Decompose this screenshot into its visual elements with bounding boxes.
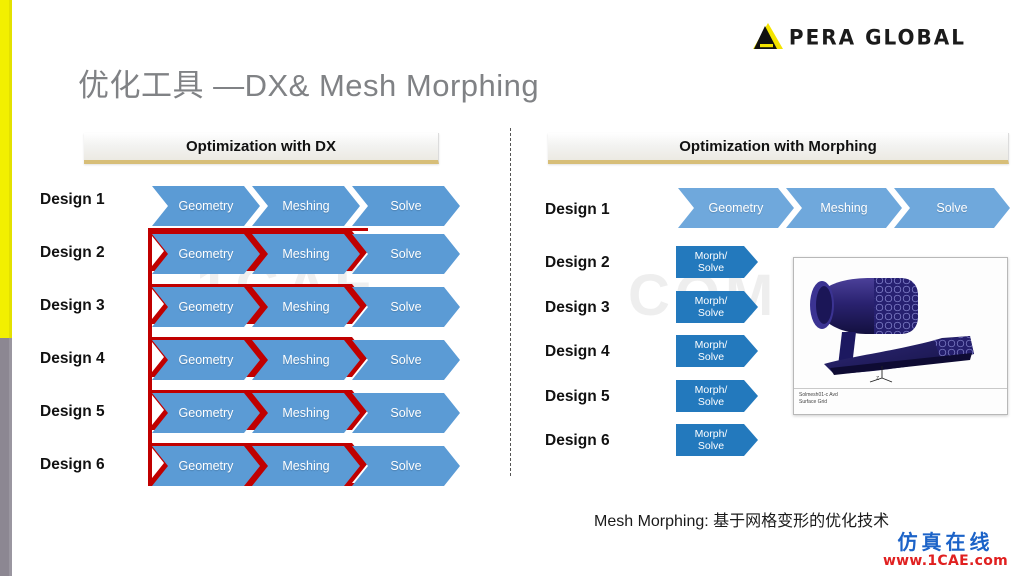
morph-row1-stage-geometry[interactable]: Geometry bbox=[678, 188, 794, 228]
morph-row3-step[interactable]: Morph/ Solve bbox=[676, 291, 758, 323]
section-header-morphing-label: Optimization with Morphing bbox=[679, 138, 877, 155]
morph-row5-line2: Solve bbox=[697, 396, 725, 408]
highlight-left-edge bbox=[148, 228, 152, 486]
thumbnail-axis-z: Z bbox=[876, 376, 880, 382]
dx-row1-stage-solve-label: Solve bbox=[390, 199, 422, 213]
morph-row6-step[interactable]: Morph/ Solve bbox=[676, 424, 758, 456]
thumbnail-axis-labels: Z bbox=[876, 376, 879, 382]
morph-row1-stage-solve-label: Solve bbox=[936, 201, 968, 215]
dx-row3-stage-meshing-label: Meshing bbox=[282, 300, 330, 314]
dx-row5-stage-solve[interactable]: Solve bbox=[352, 393, 460, 433]
morph-row4-step[interactable]: Morph/ Solve bbox=[676, 335, 758, 367]
dx-row6-stage-meshing-label: Meshing bbox=[282, 459, 330, 473]
morph-design-label-2: Design 2 bbox=[545, 254, 610, 271]
section-header-dx-label: Optimization with DX bbox=[186, 138, 336, 155]
morph-row4-line1: Morph/ bbox=[694, 339, 728, 351]
morph-row5-step[interactable]: Morph/ Solve bbox=[676, 380, 758, 412]
dx-row4-stage-meshing[interactable]: Meshing bbox=[252, 340, 360, 380]
cfd-surface-mesh-image: Z Solmesh01-c Avd Surface Grid bbox=[793, 257, 1008, 415]
left-design-label-6: Design 6 bbox=[40, 456, 105, 473]
morph-row1-stage-meshing-label: Meshing bbox=[820, 201, 868, 215]
page-title: 优化工具 —DX& Mesh Morphing bbox=[78, 68, 540, 103]
morph-row6-line1: Morph/ bbox=[694, 428, 728, 440]
thumbnail-legend-line1: Solmesh01-c Avd bbox=[799, 392, 838, 398]
morph-row5-line1: Morph/ bbox=[694, 384, 728, 396]
dx-row2-stage-solve[interactable]: Solve bbox=[352, 234, 460, 274]
section-header-morphing: Optimization with Morphing bbox=[548, 133, 1009, 164]
dx-row5-stage-geometry-label: Geometry bbox=[178, 406, 234, 420]
dx-row5-stage-meshing[interactable]: Meshing bbox=[252, 393, 360, 433]
left-design-label-2: Design 2 bbox=[40, 244, 105, 261]
morph-design-label-3: Design 3 bbox=[545, 299, 610, 316]
dx-row6-stage-geometry-label: Geometry bbox=[178, 459, 234, 473]
left-design-label-4: Design 4 bbox=[40, 350, 105, 367]
dx-row5-stage-meshing-label: Meshing bbox=[282, 406, 330, 420]
morph-design-label-4: Design 4 bbox=[545, 343, 610, 360]
dx-row1-stage-solve[interactable]: Solve bbox=[352, 186, 460, 226]
morph-row1-stage-meshing[interactable]: Meshing bbox=[786, 188, 902, 228]
dx-row2-stage-meshing[interactable]: Meshing bbox=[252, 234, 360, 274]
pera-triangle-icon bbox=[751, 22, 785, 52]
bottom-caption: Mesh Morphing: 基于网格变形的优化技术 bbox=[594, 513, 890, 530]
dx-row2-stage-geometry[interactable]: Geometry bbox=[152, 234, 260, 274]
morph-row6-line2: Solve bbox=[697, 440, 725, 452]
left-edge-gray-bar bbox=[0, 338, 12, 576]
dx-row5-stage-geometry[interactable]: Geometry bbox=[152, 393, 260, 433]
morph-design-label-5: Design 5 bbox=[545, 388, 610, 405]
site-watermark-cn: 仿真在线 bbox=[897, 530, 994, 554]
dx-row4-stage-geometry[interactable]: Geometry bbox=[152, 340, 260, 380]
dx-row6-stage-solve[interactable]: Solve bbox=[352, 446, 460, 486]
left-design-label-3: Design 3 bbox=[40, 297, 105, 314]
thumbnail-legend-line2: Surface Grid bbox=[799, 399, 828, 405]
dx-row3-stage-geometry-label: Geometry bbox=[178, 300, 234, 314]
morph-row2-line1: Morph/ bbox=[694, 250, 728, 262]
morph-design-label-6: Design 6 bbox=[545, 432, 610, 449]
pera-global-logo: PERA GLOBAL bbox=[751, 22, 966, 52]
left-edge-yellow-bar bbox=[0, 0, 12, 338]
morph-row1-stage-geometry-label: Geometry bbox=[708, 201, 764, 215]
morph-row4-line2: Solve bbox=[697, 351, 725, 363]
section-header-dx: Optimization with DX bbox=[84, 133, 439, 164]
dx-row6-stage-meshing[interactable]: Meshing bbox=[252, 446, 360, 486]
dx-row4-stage-geometry-label: Geometry bbox=[178, 353, 234, 367]
dx-row1-stage-geometry-label: Geometry bbox=[178, 199, 234, 213]
morph-row1-stage-solve[interactable]: Solve bbox=[894, 188, 1010, 228]
dx-row2-stage-solve-label: Solve bbox=[390, 247, 422, 261]
dx-row6-stage-geometry[interactable]: Geometry bbox=[152, 446, 260, 486]
dx-row3-stage-geometry[interactable]: Geometry bbox=[152, 287, 260, 327]
dx-row2-stage-meshing-label: Meshing bbox=[282, 247, 330, 261]
dx-row6-stage-solve-label: Solve bbox=[390, 459, 422, 473]
morph-design-label-1: Design 1 bbox=[545, 201, 610, 218]
dx-row1-stage-meshing-label: Meshing bbox=[282, 199, 330, 213]
logo-wordmark: PERA GLOBAL bbox=[788, 24, 966, 50]
dx-row3-stage-meshing[interactable]: Meshing bbox=[252, 287, 360, 327]
highlight-top-edge bbox=[148, 228, 368, 231]
dx-row1-stage-geometry[interactable]: Geometry bbox=[152, 186, 260, 226]
morph-row2-step[interactable]: Morph/ Solve bbox=[676, 246, 758, 278]
left-design-label-5: Design 5 bbox=[40, 403, 105, 420]
dx-row3-stage-solve[interactable]: Solve bbox=[352, 287, 460, 327]
morph-row3-line1: Morph/ bbox=[694, 295, 728, 307]
panel-divider bbox=[510, 128, 511, 476]
dx-row4-stage-solve-label: Solve bbox=[390, 353, 422, 367]
dx-row5-stage-solve-label: Solve bbox=[390, 406, 422, 420]
morph-row2-line2: Solve bbox=[697, 262, 725, 274]
dx-row4-stage-meshing-label: Meshing bbox=[282, 353, 330, 367]
left-design-label-1: Design 1 bbox=[40, 191, 105, 208]
site-watermark: 仿真在线 www.1CAE.com bbox=[883, 532, 1008, 568]
dx-row1-stage-meshing[interactable]: Meshing bbox=[252, 186, 360, 226]
thumbnail-legend: Solmesh01-c Avd Surface Grid bbox=[794, 388, 1007, 414]
dx-row4-stage-solve[interactable]: Solve bbox=[352, 340, 460, 380]
dx-row3-stage-solve-label: Solve bbox=[390, 300, 422, 314]
site-watermark-url: www.1CAE.com bbox=[882, 553, 1008, 569]
morph-row3-line2: Solve bbox=[697, 307, 725, 319]
dx-row2-stage-geometry-label: Geometry bbox=[178, 247, 234, 261]
